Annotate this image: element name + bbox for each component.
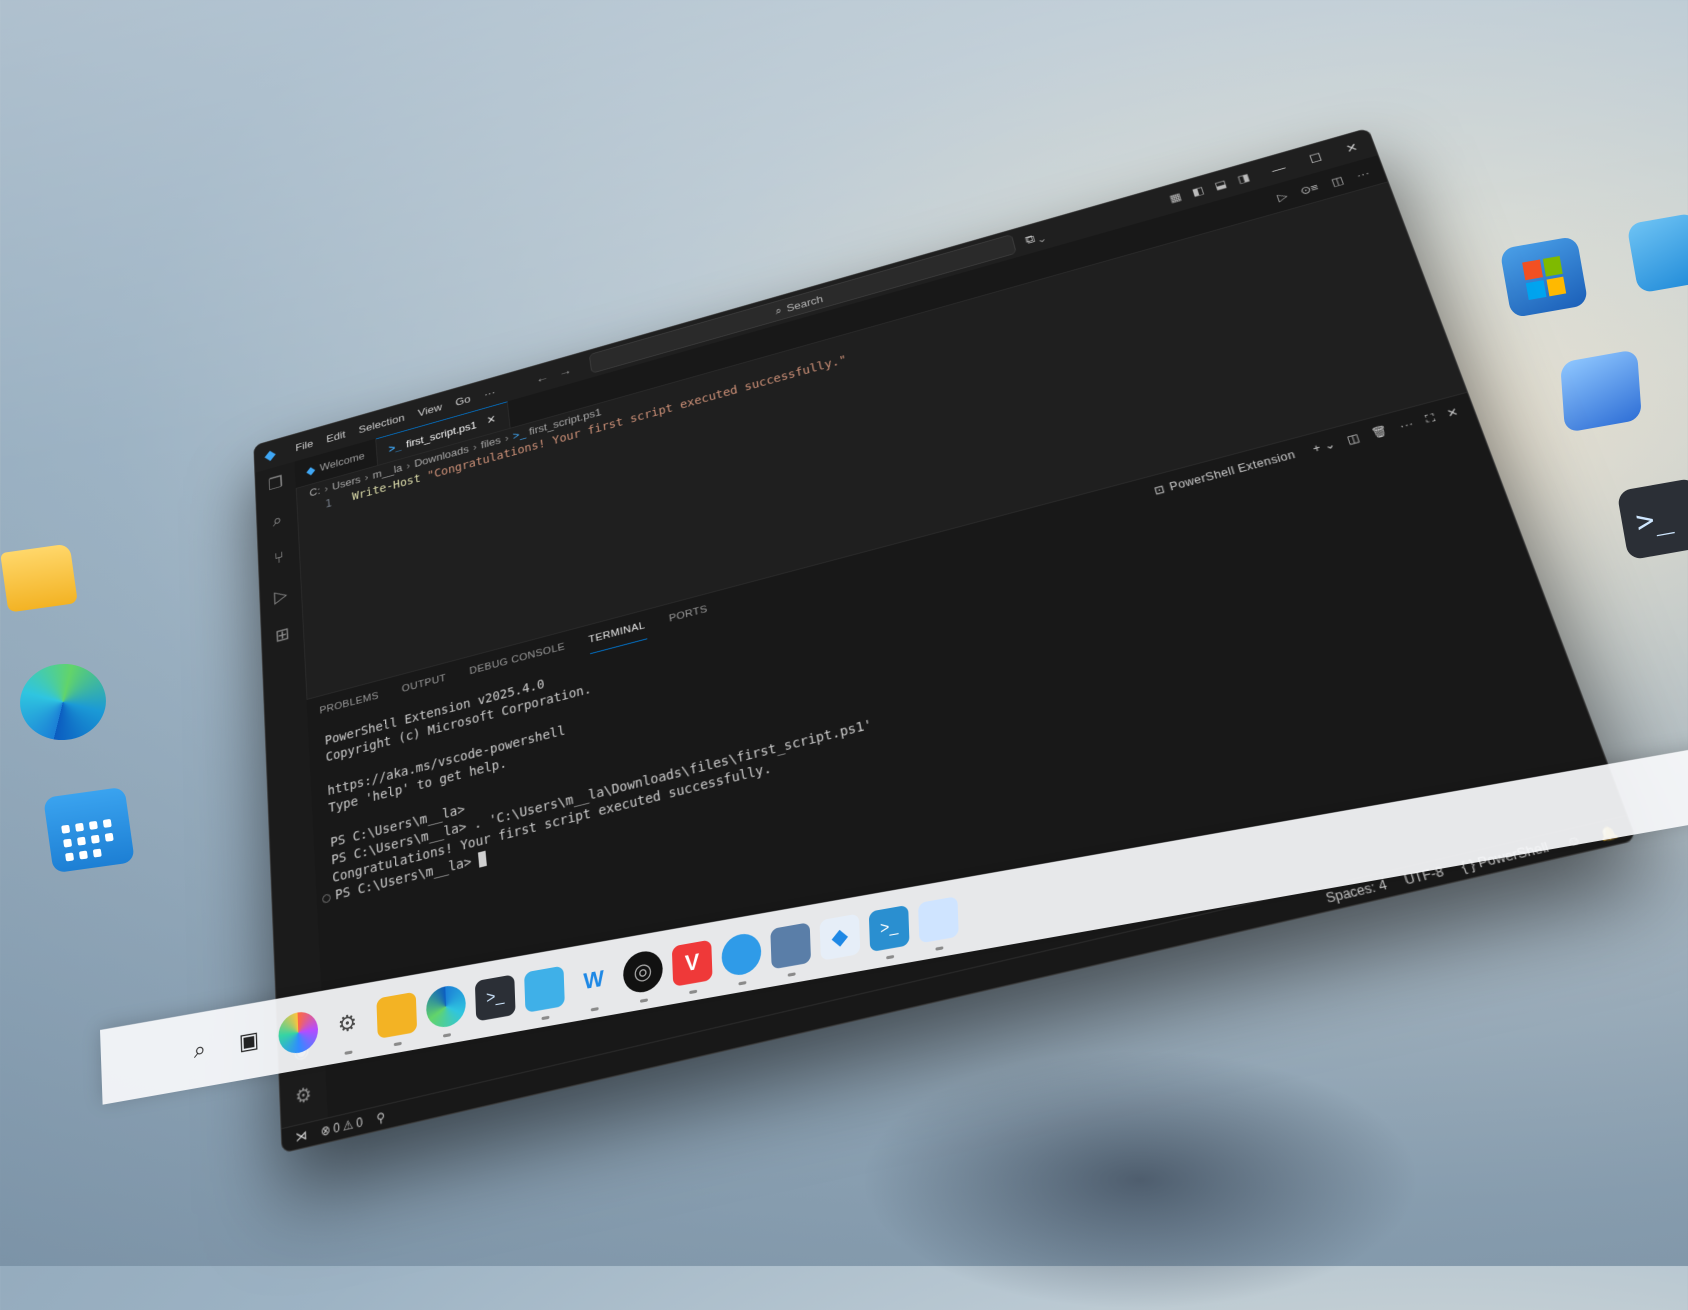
run-selection-icon[interactable]: ⊙≡ [1298, 181, 1320, 198]
search-label: Search [785, 292, 824, 314]
error-count: 0 [333, 1119, 341, 1137]
file-explorer-icon[interactable] [376, 991, 418, 1039]
app-w-icon[interactable]: W [573, 957, 614, 1004]
problems-status[interactable]: ⊗ 0 ⚠ 0 [320, 1115, 363, 1139]
source-control-icon[interactable]: ⑂ [268, 546, 289, 570]
edge-icon[interactable] [425, 982, 467, 1031]
debug-icon[interactable]: ⚲ [376, 1110, 386, 1127]
maximize-button[interactable]: ☐ [1307, 150, 1323, 166]
prompt-status-icon [322, 892, 331, 904]
more-actions-icon[interactable]: ··· [1398, 417, 1416, 433]
menu-view[interactable]: View [411, 399, 450, 421]
toggle-secondary-sidebar-icon[interactable]: ◨ [1236, 171, 1251, 186]
notepad-icon[interactable] [524, 965, 565, 1013]
remote-icon[interactable]: ⋊ [282, 1124, 321, 1148]
powershell-icon[interactable]: >_ [868, 904, 910, 953]
more-actions-icon[interactable]: ··· [1355, 167, 1372, 182]
photos-icon[interactable] [917, 896, 959, 944]
terminal-icon: ⊡ [1152, 482, 1167, 498]
copilot-icon[interactable] [277, 1008, 319, 1057]
forward-arrow-icon[interactable]: → [558, 363, 572, 379]
menu-file[interactable]: File [289, 435, 320, 455]
run-debug-icon[interactable]: ▷ [270, 584, 291, 609]
run-icon[interactable]: ▷ [1276, 189, 1290, 204]
windows-start-icon[interactable] [130, 1035, 171, 1082]
settings-icon[interactable]: ⚙ [327, 1000, 368, 1047]
new-terminal-icon[interactable]: + ⌄ [1311, 438, 1337, 456]
warning-icon: ⚠ [342, 1116, 354, 1134]
maximize-panel-icon[interactable]: ⛶ [1423, 411, 1437, 426]
toggle-sidebar-icon[interactable]: ◧ [1191, 184, 1206, 199]
menu-more[interactable]: ··· [477, 383, 503, 401]
vivaldi-icon[interactable]: V [671, 939, 713, 987]
minimize-button[interactable]: — [1270, 160, 1288, 176]
bird-app-icon[interactable] [721, 930, 762, 979]
spiral-app-icon[interactable]: ◎ [622, 948, 664, 996]
back-arrow-icon[interactable]: ← [535, 370, 549, 386]
search-icon: ⌕ [774, 304, 783, 317]
terminal-icon[interactable]: >_ [474, 974, 516, 1022]
trash-icon[interactable]: 🗑 [1369, 424, 1389, 440]
split-editor-icon[interactable]: ◫ [1329, 173, 1345, 188]
warning-count: 0 [355, 1114, 364, 1131]
gear-icon[interactable]: ⚙ [291, 1082, 315, 1112]
terminal-cursor [478, 850, 488, 868]
powershell-icon: >_ [388, 439, 402, 455]
explorer-icon[interactable]: ❐ [265, 472, 286, 496]
vscode-icon[interactable]: ◆ [819, 913, 861, 961]
vscode-logo-icon: ◆ [306, 463, 316, 477]
customize-layout-icon[interactable]: ▦ [1168, 190, 1183, 205]
vscode-logo-icon: ◆ [264, 445, 277, 464]
menu-go[interactable]: Go [448, 390, 478, 409]
error-icon: ⊗ [320, 1122, 331, 1140]
breadcrumb-item[interactable]: C: [309, 484, 320, 499]
close-button[interactable]: ✕ [1344, 140, 1360, 156]
task-view-icon[interactable]: ▣ [229, 1018, 270, 1065]
close-icon[interactable]: ✕ [1445, 405, 1460, 420]
copilot-icon[interactable]: ⧉ ⌄ [1024, 229, 1046, 247]
toggle-panel-icon[interactable]: ⬓ [1213, 177, 1228, 192]
powershell-icon: >_ [512, 426, 527, 442]
menu-edit[interactable]: Edit [319, 426, 352, 446]
search-icon[interactable]: ⌕ [267, 508, 288, 532]
close-icon[interactable]: ✕ [486, 413, 497, 428]
extensions-icon[interactable]: ⊞ [272, 623, 293, 648]
split-terminal-icon[interactable]: ◫ [1345, 431, 1361, 446]
installer-icon[interactable] [770, 922, 812, 970]
search-icon[interactable]: ⌕ [179, 1026, 220, 1073]
